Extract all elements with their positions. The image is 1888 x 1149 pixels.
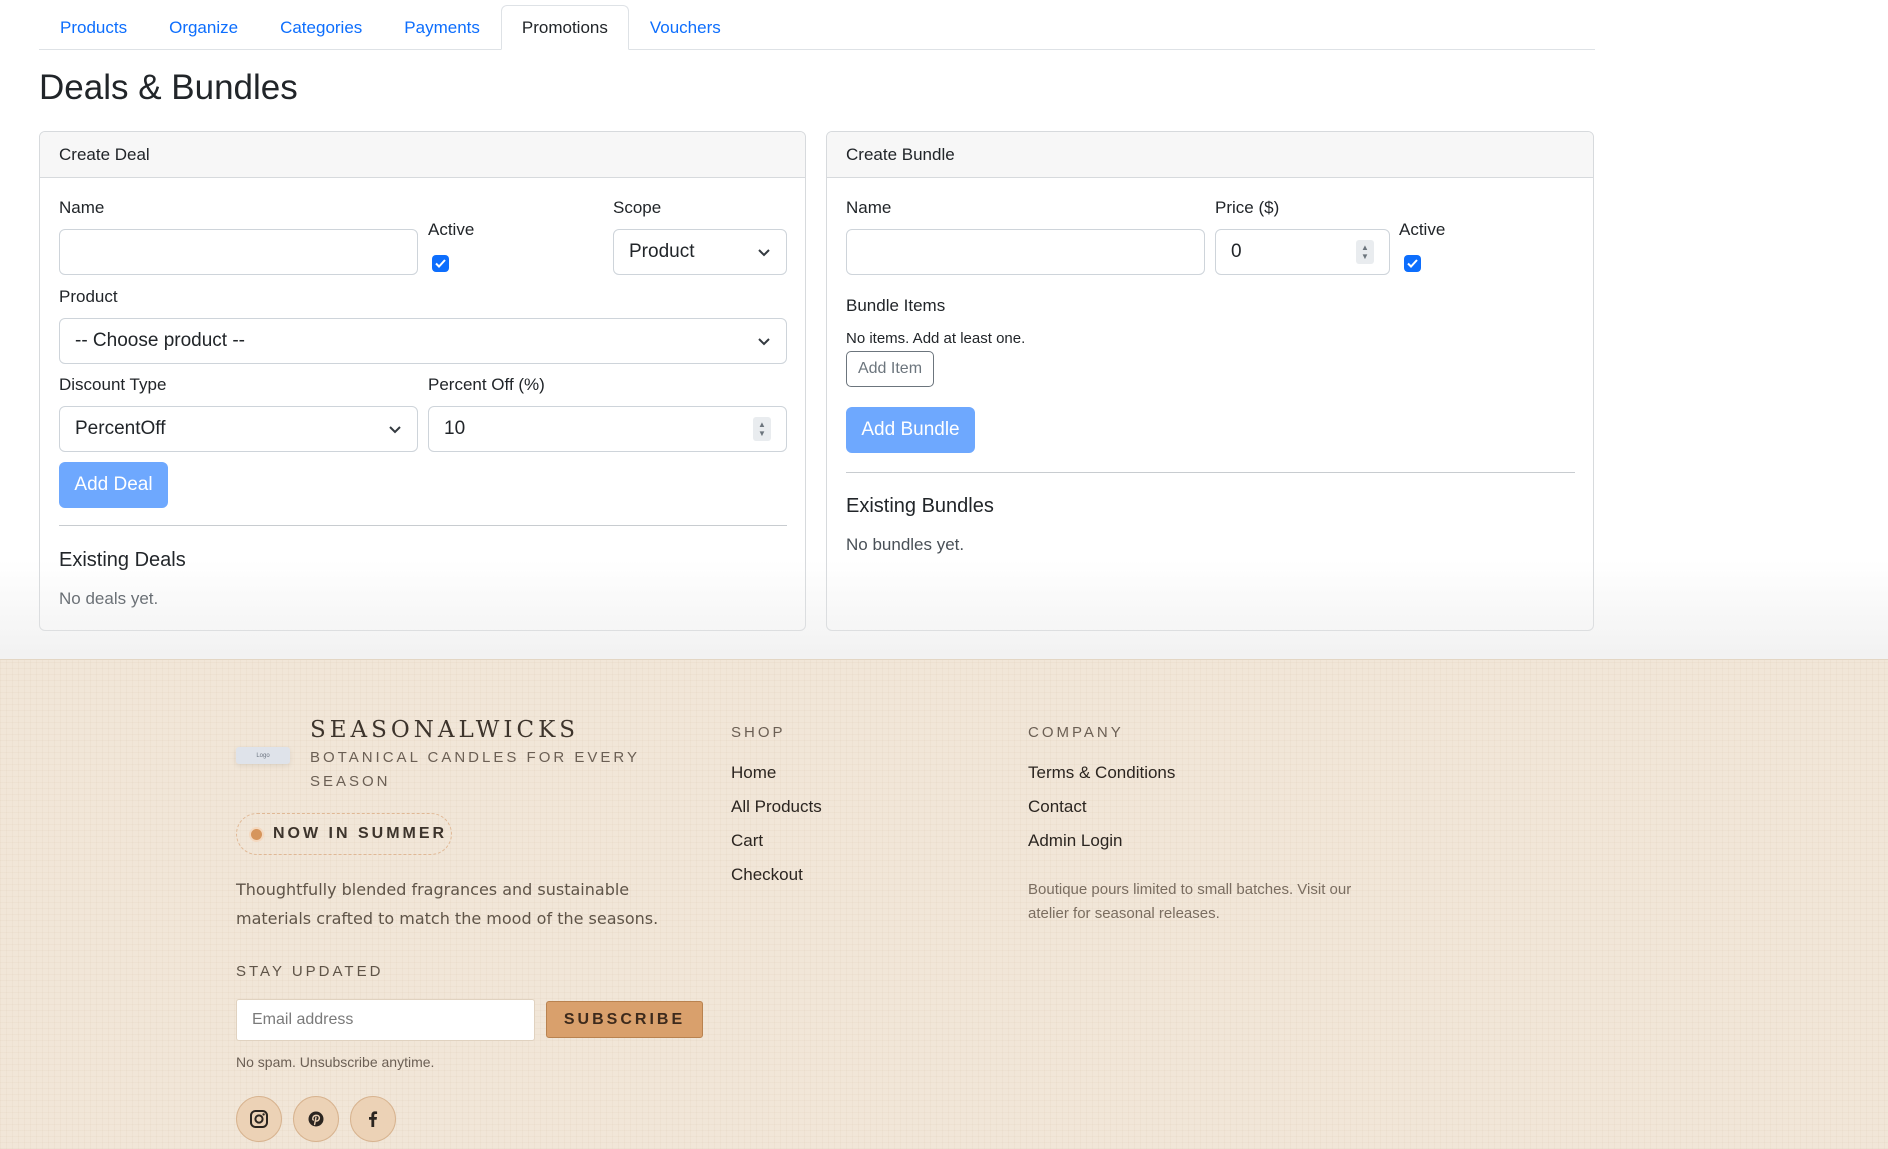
- bundle-price-value: 0: [1231, 241, 1242, 262]
- chevron-down-icon: [758, 338, 770, 346]
- season-dot-icon: [251, 828, 262, 840]
- number-spinner[interactable]: ▲ ▼: [1356, 240, 1374, 264]
- deal-percent-input[interactable]: 10 ▲ ▼: [428, 406, 787, 452]
- bundle-items-label: Bundle Items: [846, 296, 946, 315]
- bundle-price-label: Price ($): [1215, 198, 1280, 217]
- footer-link-checkout[interactable]: Checkout: [731, 865, 803, 885]
- deal-name-input[interactable]: [59, 229, 418, 275]
- existing-bundles-title: Existing Bundles: [846, 495, 994, 517]
- facebook-link[interactable]: [350, 1096, 396, 1142]
- deal-scope-select[interactable]: Product: [613, 229, 787, 275]
- deal-discount-type-label: Discount Type: [59, 375, 167, 394]
- bundle-active-label: Active: [1399, 220, 1446, 239]
- deal-divider: [59, 525, 787, 526]
- stay-updated-heading: STAY UPDATED: [236, 963, 384, 980]
- deal-discount-type-select[interactable]: PercentOff: [59, 406, 418, 452]
- season-badge-label: NOW IN SUMMER: [273, 825, 448, 842]
- bundle-price-input[interactable]: 0 ▲ ▼: [1215, 229, 1390, 275]
- site-footer: Logo SEASONALWICKS BOTANICAL CANDLES FOR…: [0, 659, 1888, 1149]
- page-title: Deals & Bundles: [39, 68, 298, 107]
- tab-organize[interactable]: Organize: [148, 5, 259, 50]
- deal-name-label: Name: [59, 198, 105, 217]
- season-badge: NOW IN SUMMER: [236, 813, 452, 855]
- shop-heading: SHOP: [731, 724, 786, 741]
- add-deal-button[interactable]: Add Deal: [59, 462, 168, 508]
- company-heading: COMPANY: [1028, 724, 1124, 741]
- pinterest-link[interactable]: [293, 1096, 339, 1142]
- chevron-down-icon: [758, 249, 770, 257]
- deal-scope-value: Product: [629, 241, 695, 262]
- add-bundle-button[interactable]: Add Bundle: [846, 407, 975, 453]
- facebook-icon: [369, 1111, 378, 1127]
- no-spam-note: No spam. Unsubscribe anytime.: [236, 1054, 435, 1070]
- deal-percent-value: 10: [444, 418, 466, 439]
- existing-deals-title: Existing Deals: [59, 549, 186, 571]
- footer-link-contact[interactable]: Contact: [1028, 797, 1087, 817]
- pinterest-icon: [308, 1111, 324, 1127]
- create-bundle-header: Create Bundle: [827, 132, 1593, 178]
- existing-deals-empty: No deals yet.: [59, 589, 159, 608]
- brand-logo[interactable]: Logo: [236, 747, 290, 764]
- brand-tagline: BOTANICAL CANDLES FOR EVERY SEASON: [310, 749, 640, 790]
- instagram-icon: [250, 1110, 268, 1128]
- footer-link-admin-login[interactable]: Admin Login: [1028, 831, 1123, 851]
- deal-percent-label: Percent Off (%): [428, 375, 545, 394]
- bundle-items-empty: No items. Add at least one.: [846, 330, 1026, 347]
- instagram-link[interactable]: [236, 1096, 282, 1142]
- bundle-name-input[interactable]: [846, 229, 1205, 275]
- deal-active-checkbox[interactable]: [432, 255, 449, 272]
- deal-scope-label: Scope: [613, 198, 662, 217]
- chevron-down-icon: [389, 426, 401, 434]
- footer-link-home[interactable]: Home: [731, 763, 776, 783]
- footer-description: Thoughtfully blended fragrances and sust…: [236, 880, 659, 928]
- tab-vouchers[interactable]: Vouchers: [629, 5, 742, 50]
- create-deal-header: Create Deal: [40, 132, 805, 178]
- deal-product-value: -- Choose product --: [75, 330, 246, 351]
- number-spinner[interactable]: ▲ ▼: [753, 417, 771, 441]
- create-deal-card: Create Deal Name Active Scope Product Pr…: [39, 131, 806, 631]
- create-bundle-card: Create Bundle Name Price ($) 0 ▲ ▼ Active…: [826, 131, 1594, 631]
- bundle-name-label: Name: [846, 198, 892, 217]
- bundle-divider: [846, 472, 1575, 473]
- promotions-tabs: Products Organize Categories Payments Pr…: [39, 5, 1595, 50]
- footer-link-terms[interactable]: Terms & Conditions: [1028, 763, 1175, 783]
- tab-products[interactable]: Products: [39, 5, 148, 50]
- deal-discount-type-value: PercentOff: [75, 418, 166, 439]
- deal-active-label: Active: [428, 220, 475, 239]
- deal-product-label: Product: [59, 287, 118, 306]
- company-note: Boutique pours limited to small batches.…: [1028, 881, 1352, 922]
- bundle-active-checkbox[interactable]: [1404, 255, 1421, 272]
- deal-product-select[interactable]: -- Choose product --: [59, 318, 787, 364]
- footer-link-all-products[interactable]: All Products: [731, 797, 822, 817]
- tab-payments[interactable]: Payments: [383, 5, 501, 50]
- checkmark-icon: [435, 259, 446, 268]
- existing-bundles-empty: No bundles yet.: [846, 535, 965, 554]
- footer-link-cart[interactable]: Cart: [731, 831, 763, 851]
- brand-name: SEASONALWICKS: [310, 717, 580, 743]
- tab-promotions[interactable]: Promotions: [500, 5, 629, 50]
- checkmark-icon: [1407, 259, 1418, 268]
- tab-categories[interactable]: Categories: [259, 5, 383, 50]
- subscribe-button[interactable]: SUBSCRIBE: [546, 1001, 703, 1038]
- newsletter-email-input[interactable]: Email address: [236, 999, 535, 1041]
- add-item-button[interactable]: Add Item: [846, 351, 934, 387]
